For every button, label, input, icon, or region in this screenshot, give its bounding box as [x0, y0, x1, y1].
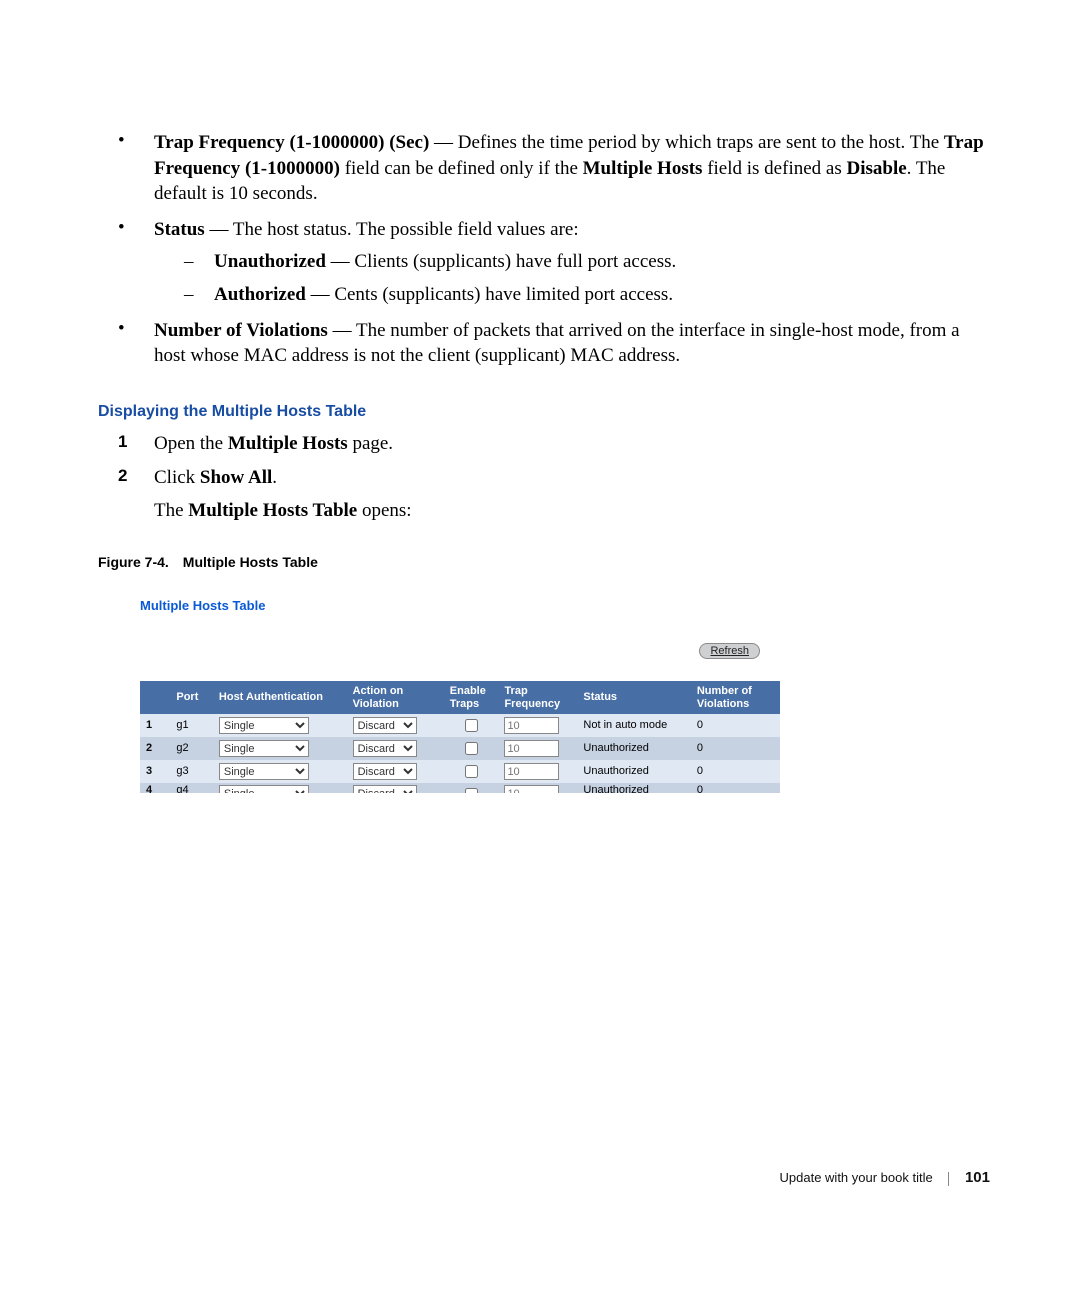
enable-traps-checkbox[interactable] [465, 765, 478, 778]
table-row: 2 g2 Single Discard Unauthorized 0 [140, 737, 780, 760]
cell-nov: 0 [691, 760, 780, 783]
col-status: Status [577, 681, 690, 714]
multiple-hosts-table: Port Host Authentication Action on Viola… [140, 681, 780, 793]
status-values-list: Unauthorized — Clients (supplicants) hav… [184, 249, 990, 308]
number-of-violations-def: Number of Violations — The number of pac… [154, 318, 990, 369]
hostauth-select[interactable]: Single [219, 717, 309, 734]
trap-frequency-input[interactable] [504, 785, 559, 793]
figure-caption: Figure 7-4.Multiple Hosts Table [98, 554, 990, 570]
action-select[interactable]: Discard [353, 740, 417, 757]
page: Trap Frequency (1-1000000) (Sec) — Defin… [0, 0, 1080, 1296]
col-trapfreq: Trap Frequency [498, 681, 577, 714]
col-port: Port [170, 681, 213, 714]
enable-traps-checkbox[interactable] [465, 788, 478, 793]
col-hostauth: Host Authentication [213, 681, 347, 714]
hostauth-select[interactable]: Single [219, 740, 309, 757]
table-row: 1 g1 Single Discard Not in auto mode 0 [140, 714, 780, 737]
refresh-button[interactable]: Refresh [699, 643, 760, 659]
status-def: Status — The host status. The possible f… [154, 217, 990, 243]
action-select[interactable]: Discard [353, 785, 417, 793]
cell-nov: 0 [691, 714, 780, 737]
cell-status: Unauthorized [577, 737, 690, 760]
trap-frequency-term: Trap Frequency (1-1000000) (Sec) [154, 132, 429, 153]
book-title: Update with your book title [780, 1170, 933, 1185]
row-index: 2 [140, 737, 170, 760]
cell-status: Unauthorized [577, 760, 690, 783]
section-heading: Displaying the Multiple Hosts Table [98, 403, 990, 421]
row-index: 3 [140, 760, 170, 783]
status-term: Status [154, 219, 205, 240]
cell-port: g2 [170, 737, 213, 760]
trap-frequency-input[interactable] [504, 717, 559, 734]
action-select[interactable]: Discard [353, 763, 417, 780]
cell-port: g1 [170, 714, 213, 737]
table-row: 3 g3 Single Discard Unauthorized 0 [140, 760, 780, 783]
trap-frequency-input[interactable] [504, 740, 559, 757]
page-number: 101 [965, 1169, 990, 1186]
trap-frequency-def: Trap Frequency (1-1000000) (Sec) — Defin… [154, 130, 990, 207]
cell-nov: 0 [691, 783, 780, 793]
procedure-steps: Open the Multiple Hosts page. Click Show… [118, 431, 990, 524]
nov-term: Number of Violations [154, 320, 328, 341]
hostauth-select[interactable]: Single [219, 763, 309, 780]
page-footer: Update with your book title 101 [780, 1169, 990, 1186]
row-index: 1 [140, 714, 170, 737]
col-nov: Number of Violations [691, 681, 780, 714]
field-definitions-list: Trap Frequency (1-1000000) (Sec) — Defin… [118, 130, 990, 369]
cell-status: Unauthorized [577, 783, 690, 793]
cell-port: g4 [170, 783, 213, 793]
multiple-hosts-table-screenshot: Multiple Hosts Table Refresh Port Host A… [140, 598, 780, 793]
trap-frequency-input[interactable] [504, 763, 559, 780]
table-header-row: Port Host Authentication Action on Viola… [140, 681, 780, 714]
cell-status: Not in auto mode [577, 714, 690, 737]
col-action: Action on Violation [347, 681, 444, 714]
screenshot-title: Multiple Hosts Table [140, 598, 780, 613]
col-enable: Enable Traps [444, 681, 499, 714]
table-row: 4 g4 Single Discard Unauthorized 0 [140, 783, 780, 793]
enable-traps-checkbox[interactable] [465, 719, 478, 732]
hostauth-select[interactable]: Single [219, 785, 309, 793]
row-index: 4 [140, 783, 170, 793]
enable-traps-checkbox[interactable] [465, 742, 478, 755]
cell-port: g3 [170, 760, 213, 783]
action-select[interactable]: Discard [353, 717, 417, 734]
cell-nov: 0 [691, 737, 780, 760]
